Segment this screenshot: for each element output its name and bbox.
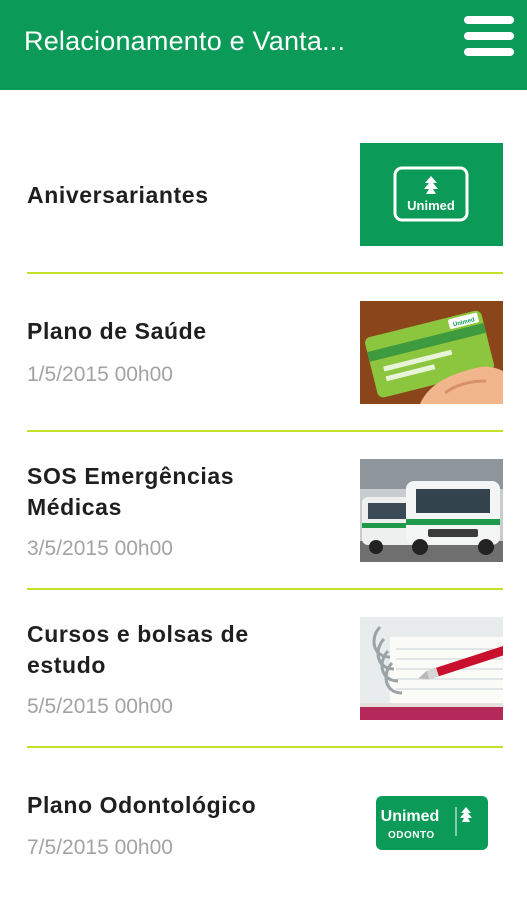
list-item[interactable]: Plano de Saúde 1/5/2015 00h00 Unimed (0, 274, 527, 431)
item-title: Plano Odontológico (27, 792, 257, 818)
list-item[interactable]: Cursos e bolsas de estudo 5/5/2015 00h00 (0, 590, 527, 747)
item-title: Aniversariantes (27, 182, 209, 208)
unimed-odonto-logo-thumbnail: Unimed ODONTO (376, 796, 488, 850)
notebook-thumbnail (360, 617, 503, 720)
unimed-logo-text: Unimed (407, 198, 455, 213)
list-item[interactable]: Plano Odontológico 7/5/2015 00h00 Unimed… (0, 748, 527, 900)
item-date: 3/5/2015 00h00 (27, 537, 173, 560)
odonto-text: ODONTO (388, 830, 435, 841)
unimed-odonto-logo-text: Unimed (381, 808, 440, 825)
item-date: 5/5/2015 00h00 (27, 695, 173, 718)
item-title: Plano de Saúde (27, 318, 207, 344)
list-item[interactable]: SOS Emergências Médicas 3/5/2015 00h00 (0, 432, 527, 589)
item-title: Cursos e bolsas de estudo (27, 621, 249, 678)
unimed-logo-thumbnail: Unimed (360, 143, 503, 246)
app-bar: Relacionamento e Vanta... (0, 0, 527, 90)
health-card-thumbnail: Unimed (360, 301, 503, 404)
item-date: 1/5/2015 00h00 (27, 363, 173, 386)
ambulance-thumbnail (360, 459, 503, 562)
hamburger-menu-icon[interactable] (458, 12, 518, 62)
list-item[interactable]: Aniversariantes Unimed (0, 90, 527, 273)
item-date: 7/5/2015 00h00 (27, 836, 173, 859)
item-title: SOS Emergências Médicas (27, 463, 235, 520)
news-list: Aniversariantes Unimed Plano de Saúde 1/… (0, 90, 527, 900)
page-title: Relacionamento e Vanta... (24, 26, 346, 56)
